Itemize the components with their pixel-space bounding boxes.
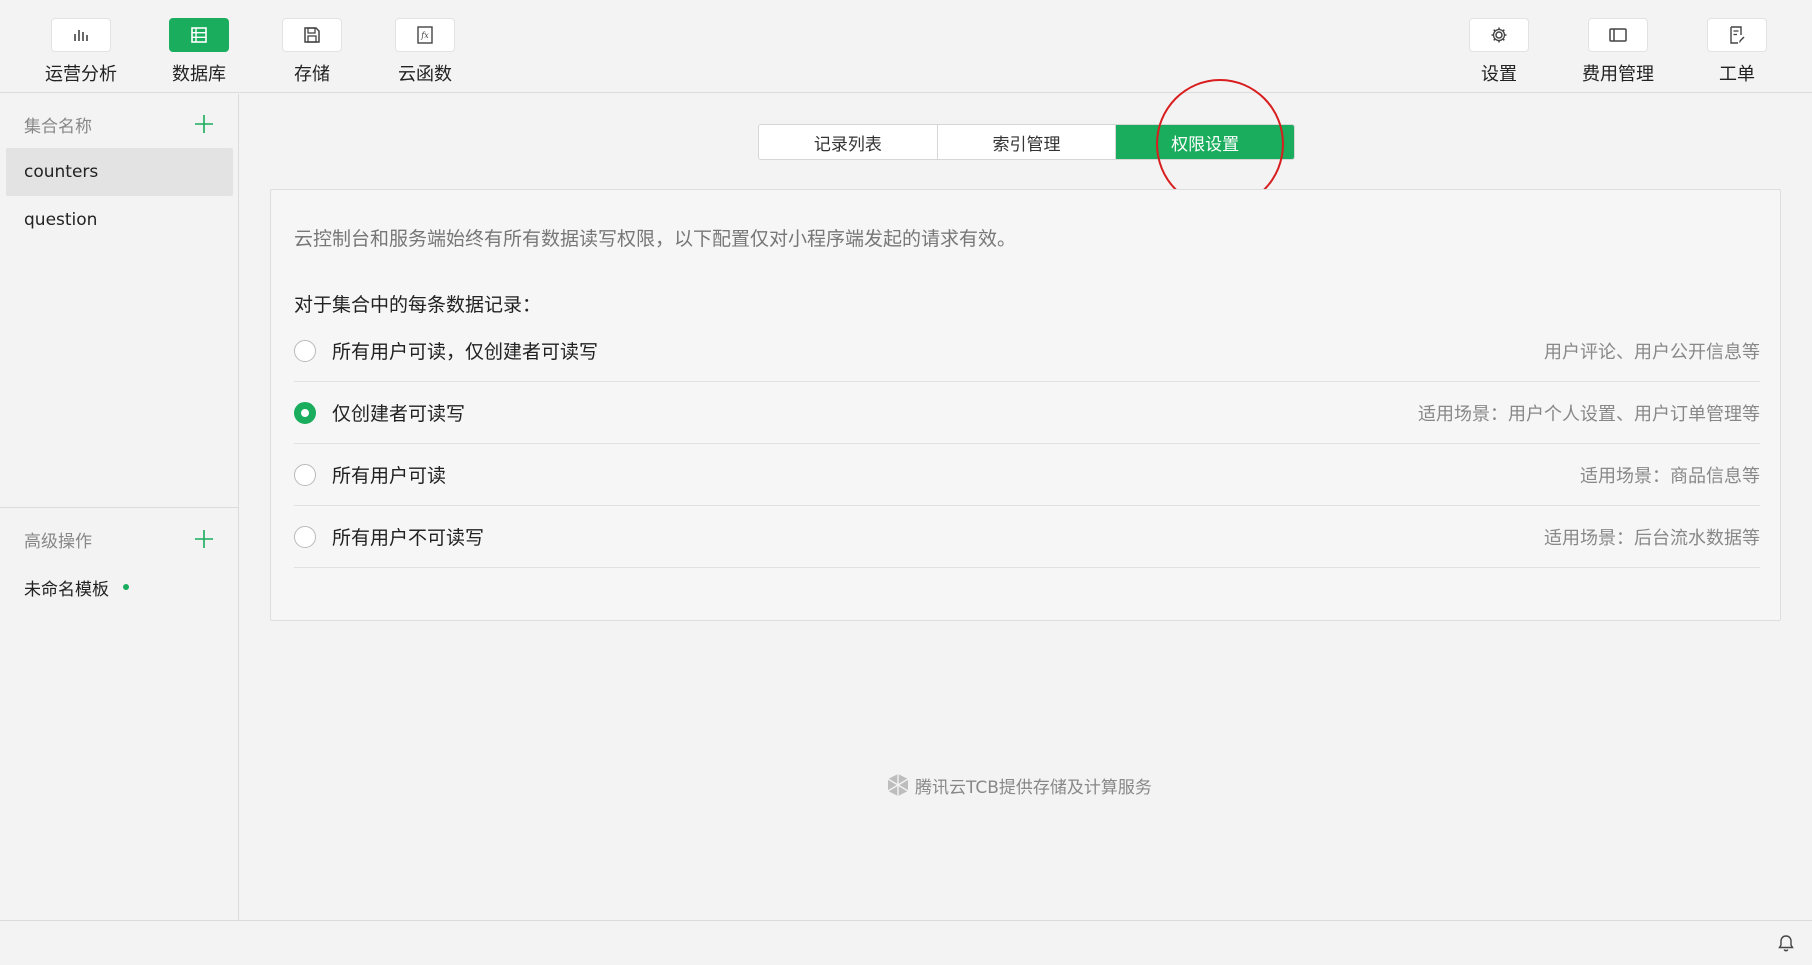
powered-by-footer: 腾讯云TCB提供存储及计算服务: [885, 772, 1152, 798]
tool-settings[interactable]: 设置: [1440, 18, 1558, 88]
tool-database[interactable]: 数据库: [140, 18, 258, 88]
tool-tickets[interactable]: 工单: [1678, 18, 1796, 88]
tool-label: 运营分析: [45, 64, 117, 85]
option-label: 仅创建者可读写: [332, 403, 466, 425]
tool-label: 设置: [1481, 64, 1517, 85]
tool-storage[interactable]: 存储: [253, 18, 371, 88]
permission-notice: 云控制台和服务端始终有所有数据读写权限，以下配置仅对小程序端发起的请求有效。: [294, 228, 1017, 250]
storage-icon: [304, 27, 320, 43]
sidebar-divider: [0, 507, 239, 508]
option-hint: 适用场景：用户个人设置、用户订单管理等: [1418, 403, 1760, 425]
option-label: 所有用户可读，仅创建者可读写: [332, 341, 599, 363]
footer-text: 腾讯云TCB提供存储及计算服务: [915, 777, 1152, 798]
svg-text:fx: fx: [420, 31, 429, 40]
tool-label: 数据库: [172, 64, 226, 85]
advanced-header: 高级操作: [0, 519, 239, 559]
ticket-icon: [1730, 26, 1745, 44]
top-toolbar: 运营分析 数据库 存储 fx 云函数 设置 费用管理 工单: [0, 0, 1812, 93]
database-icon: [191, 27, 207, 43]
option-hint: 适用场景：商品信息等: [1580, 465, 1760, 487]
option-label: 所有用户不可读写: [332, 527, 485, 549]
template-item[interactable]: 未命名模板: [6, 563, 233, 611]
status-bar: [0, 920, 1812, 965]
tool-analytics[interactable]: 运营分析: [22, 18, 140, 88]
billing-icon: [1609, 28, 1627, 42]
tool-label: 工单: [1719, 64, 1755, 85]
option-label: 所有用户可读: [332, 465, 447, 487]
permission-panel: 云控制台和服务端始终有所有数据读写权限，以下配置仅对小程序端发起的请求有效。 对…: [270, 189, 1781, 621]
tab-record-list[interactable]: 记录列表: [759, 125, 938, 159]
permission-option-all-read[interactable]: 所有用户可读 适用场景：商品信息等: [294, 444, 1760, 506]
unsaved-dot-icon: [123, 584, 129, 590]
tool-label: 云函数: [398, 64, 452, 85]
tab-permission-settings[interactable]: 权限设置: [1116, 125, 1294, 159]
tool-label: 存储: [294, 64, 330, 85]
collection-name: question: [24, 210, 98, 230]
collections-header-label: 集合名称: [24, 116, 92, 137]
tool-label: 费用管理: [1582, 64, 1654, 85]
tencent-cloud-logo-icon: [887, 774, 909, 796]
permission-subheading: 对于集合中的每条数据记录：: [294, 294, 542, 316]
radio-button[interactable]: [294, 339, 316, 362]
template-name: 未命名模板: [24, 579, 109, 600]
permission-option-public-read[interactable]: 所有用户可读，仅创建者可读写 用户评论、用户公开信息等: [294, 320, 1760, 382]
add-collection-plus-icon[interactable]: [193, 113, 215, 135]
radio-button-checked[interactable]: [294, 401, 316, 424]
radio-button[interactable]: [294, 463, 316, 486]
tool-billing[interactable]: 费用管理: [1559, 18, 1677, 88]
radio-button[interactable]: [294, 525, 316, 548]
option-hint: 用户评论、用户公开信息等: [1544, 341, 1760, 363]
segment-tabs: 记录列表 索引管理 权限设置: [758, 124, 1295, 160]
collection-name: counters: [24, 162, 99, 182]
collections-header: 集合名称: [0, 104, 239, 144]
cloud-function-icon: fx: [417, 26, 433, 44]
sidebar: 集合名称 counters question 高级操作 未命名模板: [0, 94, 239, 920]
collection-item-counters[interactable]: counters: [6, 148, 233, 196]
collection-item-question[interactable]: question: [6, 196, 233, 244]
bell-icon[interactable]: [1776, 933, 1796, 953]
permission-option-creator-only[interactable]: 仅创建者可读写 适用场景：用户个人设置、用户订单管理等: [294, 382, 1760, 444]
gear-icon: [1491, 27, 1507, 43]
option-hint: 适用场景：后台流水数据等: [1544, 527, 1760, 549]
permission-option-none[interactable]: 所有用户不可读写 适用场景：后台流水数据等: [294, 506, 1760, 568]
bar-chart-icon: [74, 30, 88, 41]
add-template-plus-icon[interactable]: [193, 528, 215, 550]
advanced-header-label: 高级操作: [24, 531, 92, 552]
tab-index-management[interactable]: 索引管理: [938, 125, 1117, 159]
tool-cloud-functions[interactable]: fx 云函数: [366, 18, 484, 88]
